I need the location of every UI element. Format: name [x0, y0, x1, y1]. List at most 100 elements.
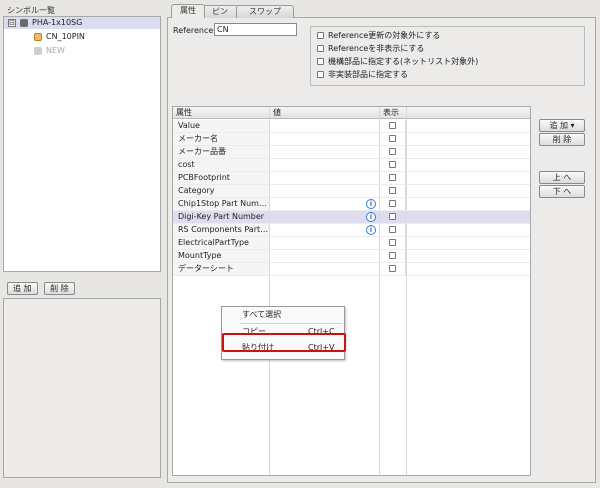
table-row[interactable]: Category — [173, 185, 530, 198]
add-symbol-button[interactable]: 追 加 — [7, 282, 38, 295]
table-row[interactable]: PCBFootprint — [173, 172, 530, 185]
checkbox[interactable] — [317, 58, 324, 65]
move-up-button[interactable]: 上 へ — [539, 171, 585, 184]
collapse-icon[interactable]: ⊟ — [8, 19, 16, 27]
tree-node-root[interactable]: ⊟ PHA-1x10SG — [4, 17, 160, 29]
attribute-name-cell[interactable]: Digi-Key Part Number — [173, 211, 269, 223]
symbol-buttons: 追 加 削 除 — [7, 282, 75, 295]
attribute-name-cell[interactable]: Value — [173, 120, 269, 132]
show-checkbox[interactable] — [389, 122, 396, 129]
show-checkbox[interactable] — [389, 187, 396, 194]
checkbox[interactable] — [317, 32, 324, 39]
column-header-show[interactable]: 表示 — [380, 107, 407, 119]
show-checkbox[interactable] — [389, 226, 396, 233]
table-row[interactable]: データーシート — [173, 263, 530, 276]
show-cell — [379, 172, 406, 184]
option-mechanical-part[interactable]: 機構部品に指定する(ネットリスト対象外) — [317, 56, 478, 68]
checkbox[interactable] — [317, 45, 324, 52]
symbol-list-title: シンボル一覧 — [7, 6, 55, 15]
menu-separator — [240, 323, 342, 324]
attribute-value-cell[interactable] — [269, 250, 379, 262]
table-row[interactable]: RS Components Part… i — [173, 224, 530, 237]
checkbox[interactable] — [317, 71, 324, 78]
attribute-name-cell[interactable]: Chip1Stop Part Num… — [173, 198, 269, 210]
table-row[interactable]: Value — [173, 120, 530, 133]
attribute-value-cell[interactable] — [269, 120, 379, 132]
show-checkbox[interactable] — [389, 213, 396, 220]
reference-label: Reference — [173, 26, 214, 35]
tree-node-symbol[interactable]: CN_10PIN — [4, 31, 160, 43]
show-checkbox[interactable] — [389, 252, 396, 259]
options-group: Reference更新の対象外にする Referenceを非表示にする 機構部品… — [310, 26, 585, 86]
attribute-name-cell[interactable]: メーカー品番 — [173, 146, 269, 158]
tab-attributes[interactable]: 属性 — [171, 4, 205, 18]
attribute-name-cell[interactable]: ElectricalPartType — [173, 237, 269, 249]
show-cell — [379, 263, 406, 275]
table-row[interactable]: メーカー品番 — [173, 146, 530, 159]
info-icon[interactable]: i — [366, 225, 376, 235]
attribute-name-cell[interactable]: メーカー名 — [173, 133, 269, 145]
show-checkbox[interactable] — [389, 265, 396, 272]
table-row[interactable]: MountType — [173, 250, 530, 263]
info-icon[interactable]: i — [366, 199, 376, 209]
symbol-icon — [34, 33, 42, 41]
delete-symbol-button[interactable]: 削 除 — [44, 282, 75, 295]
attribute-name-cell[interactable]: データーシート — [173, 263, 269, 275]
show-checkbox[interactable] — [389, 161, 396, 168]
add-attribute-button[interactable]: 追 加 ▾ — [539, 119, 585, 132]
show-cell — [379, 250, 406, 262]
attribute-value-cell[interactable] — [269, 224, 379, 236]
show-cell — [379, 237, 406, 249]
show-checkbox[interactable] — [389, 148, 396, 155]
attribute-value-cell[interactable] — [269, 198, 379, 210]
component-icon — [20, 19, 28, 27]
column-header-empty — [407, 107, 530, 119]
table-row[interactable]: cost — [173, 159, 530, 172]
attribute-value-cell[interactable] — [269, 237, 379, 249]
show-checkbox[interactable] — [389, 200, 396, 207]
attribute-value-cell[interactable] — [269, 211, 379, 223]
table-row[interactable]: ElectricalPartType — [173, 237, 530, 250]
reference-input[interactable]: CN — [214, 23, 297, 36]
menu-item-select-all[interactable]: すべて選択 — [222, 308, 344, 321]
attribute-grid[interactable]: 属性 値 表示 Value メーカー名 メーカー品番 cost PCBFootprint… — [172, 106, 531, 476]
attribute-name-cell[interactable]: PCBFootprint — [173, 172, 269, 184]
show-cell — [379, 211, 406, 223]
info-icon[interactable]: i — [366, 212, 376, 222]
tab-pins[interactable]: ピン — [201, 5, 239, 18]
attribute-value-cell[interactable] — [269, 263, 379, 275]
tree-node-new[interactable]: NEW — [4, 45, 160, 57]
delete-attribute-button[interactable]: 削 除 — [539, 133, 585, 146]
show-cell — [379, 185, 406, 197]
show-cell — [379, 133, 406, 145]
attribute-value-cell[interactable] — [269, 146, 379, 158]
column-header-attribute[interactable]: 属性 — [173, 107, 270, 119]
tree-node-label: PHA-1x10SG — [32, 18, 83, 27]
table-row[interactable]: Chip1Stop Part Num… i — [173, 198, 530, 211]
symbol-preview-pane — [3, 298, 161, 478]
attribute-value-cell[interactable] — [269, 185, 379, 197]
show-checkbox[interactable] — [389, 135, 396, 142]
tree-node-label: NEW — [46, 46, 65, 55]
show-checkbox[interactable] — [389, 239, 396, 246]
attribute-name-cell[interactable]: Category — [173, 185, 269, 197]
table-row[interactable]: メーカー名 — [173, 133, 530, 146]
move-down-button[interactable]: 下 へ — [539, 185, 585, 198]
attribute-value-cell[interactable] — [269, 159, 379, 171]
attribute-name-cell[interactable]: cost — [173, 159, 269, 171]
symbol-tree[interactable]: ⊟ PHA-1x10SG CN_10PIN NEW — [3, 16, 161, 272]
attribute-name-cell[interactable]: RS Components Part… — [173, 224, 269, 236]
tab-swap[interactable]: スワップ — [236, 5, 294, 18]
show-cell — [379, 198, 406, 210]
option-not-mounted[interactable]: 非実装部品に指定する — [317, 69, 408, 81]
option-hide-reference[interactable]: Referenceを非表示にする — [317, 43, 424, 55]
attribute-name-cell[interactable]: MountType — [173, 250, 269, 262]
show-checkbox[interactable] — [389, 174, 396, 181]
table-row[interactable]: Digi-Key Part Number i — [173, 211, 530, 224]
attribute-value-cell[interactable] — [269, 133, 379, 145]
attribute-value-cell[interactable] — [269, 172, 379, 184]
show-cell — [379, 146, 406, 158]
column-header-value[interactable]: 値 — [270, 107, 380, 119]
show-cell — [379, 224, 406, 236]
option-exclude-reference-update[interactable]: Reference更新の対象外にする — [317, 30, 440, 42]
